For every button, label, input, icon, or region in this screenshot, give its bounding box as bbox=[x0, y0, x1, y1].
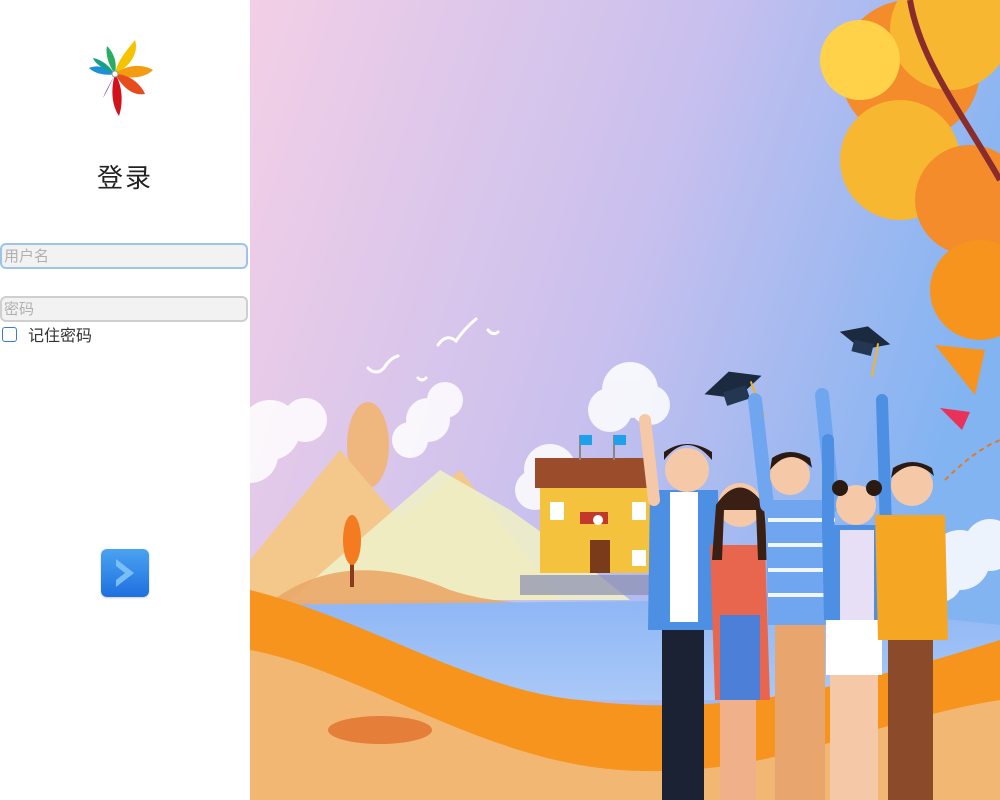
username-field[interactable] bbox=[0, 243, 248, 269]
login-submit-button[interactable] bbox=[101, 549, 149, 597]
remember-password-label: 记住密码 bbox=[28, 326, 93, 345]
hero-illustration bbox=[250, 0, 1000, 800]
chevron-right-icon bbox=[116, 559, 134, 587]
page-title: 登录 bbox=[96, 164, 153, 194]
password-field[interactable] bbox=[0, 296, 248, 322]
remember-password[interactable]: 记住密码 bbox=[0, 324, 93, 345]
flower-logo-icon bbox=[88, 36, 168, 122]
remember-password-checkbox[interactable] bbox=[2, 326, 17, 342]
login-panel: 登录 记住密码 bbox=[0, 0, 250, 800]
